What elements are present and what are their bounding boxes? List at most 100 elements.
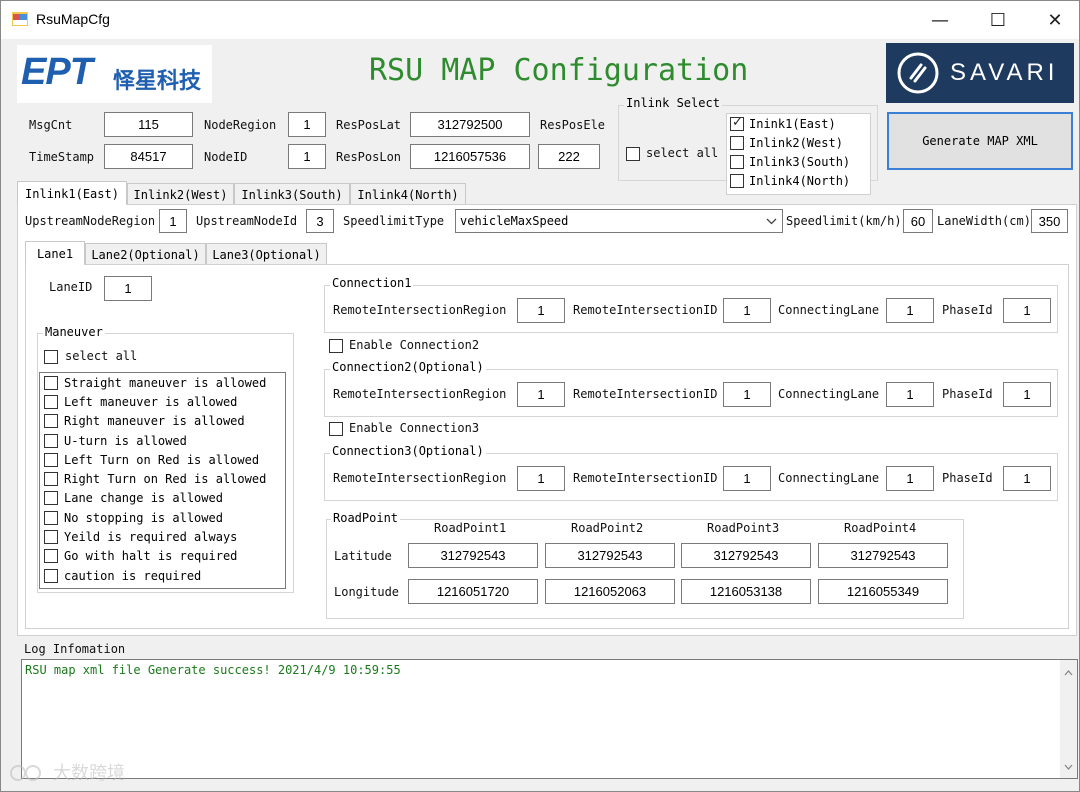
inlink-select-all-checkbox[interactable] [626,147,640,161]
tab-lane3-optional[interactable]: Lane3(Optional) [206,243,327,265]
conn3-phase-label: PhaseId [942,471,993,485]
conn1-region-input[interactable]: 1 [517,298,565,323]
maneuver-label: caution is required [64,568,202,583]
speedlimit-type-select[interactable]: vehicleMaxSpeed [455,209,783,233]
conn3-lane-input[interactable]: 1 [886,466,934,491]
inlink-item-west[interactable]: Inlink2(West) [730,133,843,152]
lanewidth-input[interactable]: 350 [1031,209,1068,233]
maneuver-checkbox[interactable] [44,413,58,428]
minimize-button[interactable]: — [911,1,969,39]
maximize-button[interactable]: ☐ [969,1,1027,39]
timestamp-input[interactable]: 84517 [104,144,193,169]
tab-inlink3-south[interactable]: Inlink3(South) [234,183,350,205]
maneuver-select-all-checkbox[interactable] [44,350,58,364]
maneuver-item[interactable]: U-turn is allowed [44,431,187,450]
resposlon-label: ResPosLon [336,150,402,164]
roadpoint2-header: RoadPoint2 [571,521,644,535]
enable-connection3-checkbox[interactable] [329,422,343,436]
maneuver-item[interactable]: Yeild is required always [44,527,237,546]
maneuver-checkbox[interactable] [44,433,58,448]
inlink-item-north[interactable]: Inlink4(North) [730,171,850,190]
maneuver-item[interactable]: Right Turn on Red is allowed [44,469,266,488]
maneuver-item[interactable]: No stopping is allowed [44,508,223,527]
tab-inlink2-west[interactable]: Inlink2(West) [127,183,234,205]
maneuver-item[interactable]: Straight maneuver is allowed [44,373,266,392]
log-title: Log Infomation [24,642,126,656]
maneuver-checkbox[interactable] [44,510,58,525]
conn1-lane-input[interactable]: 1 [886,298,934,323]
maneuver-checkbox[interactable] [44,452,58,467]
close-button[interactable]: ✕ [1026,1,1079,39]
roadpoint1-latitude-input[interactable]: 312792543 [408,543,538,568]
tab-lane2-optional[interactable]: Lane2(Optional) [85,243,206,265]
maneuver-checkbox[interactable] [44,375,58,390]
roadpoint3-longitude-input[interactable]: 1216053138 [681,579,811,604]
maneuver-checkbox[interactable] [44,471,58,486]
scroll-up-icon[interactable] [1064,670,1073,676]
title-bar: RsuMapCfg — ☐ ✕ [1,1,1079,39]
conn3-id-input[interactable]: 1 [723,466,771,491]
upstream-id-input[interactable]: 3 [306,209,334,233]
maneuver-checkbox[interactable] [44,490,58,505]
maneuver-label: Left Turn on Red is allowed [64,452,260,467]
nodeid-input[interactable]: 1 [288,144,326,169]
maneuver-item[interactable]: Lane change is allowed [44,488,223,507]
maneuver-item[interactable]: Right maneuver is allowed [44,411,245,430]
conn2-phase-input[interactable]: 1 [1003,382,1051,407]
resposele-input[interactable]: 222 [538,144,600,169]
conn1-phase-input[interactable]: 1 [1003,298,1051,323]
watermark-text: 大数跨境 [53,763,125,784]
tab-inlink4-north[interactable]: Inlink4(North) [350,183,466,205]
laneid-input[interactable]: 1 [104,276,152,301]
conn2-region-input[interactable]: 1 [517,382,565,407]
maneuver-item[interactable]: Left Turn on Red is allowed [44,450,259,469]
enable-connection3-label: Enable Connection3 [349,421,480,435]
speedlimit-type-value: vehicleMaxSpeed [460,214,569,228]
inlink-item-label: Inink1(East) [749,116,836,131]
inlink-item-label: Inlink3(South) [749,154,851,169]
maneuver-item[interactable]: caution is required [44,566,201,585]
inlink-item-south[interactable]: Inlink3(South) [730,152,850,171]
tab-inlink1-east[interactable]: Inlink1(East) [17,181,127,205]
tab-lane1[interactable]: Lane1 [25,241,85,265]
maneuver-checkbox[interactable] [44,529,58,544]
resposlat-input[interactable]: 312792500 [410,112,530,137]
generate-map-xml-button[interactable]: Generate MAP XML [887,112,1073,170]
maneuver-item[interactable]: Left maneuver is allowed [44,392,237,411]
inlink-west-checkbox[interactable] [730,135,744,150]
log-scrollbar[interactable] [1060,660,1077,778]
scroll-down-icon[interactable] [1064,764,1073,770]
inlink-select-title: Inlink Select [624,96,722,110]
upstream-region-input[interactable]: 1 [159,209,187,233]
msgcnt-label: MsgCnt [29,118,73,132]
inlink-north-checkbox[interactable] [730,173,744,188]
conn3-id-label: RemoteIntersectionID [573,471,718,485]
resposlon-input[interactable]: 1216057536 [410,144,530,169]
speedlimit-input[interactable]: 60 [903,209,933,233]
maneuver-checkbox[interactable] [44,394,58,409]
roadpoint4-latitude-input[interactable]: 312792543 [818,543,948,568]
noderegion-input[interactable]: 1 [288,112,326,137]
conn3-phase-input[interactable]: 1 [1003,466,1051,491]
speedlimit-label: Speedlimit(km/h) [786,214,902,228]
roadpoint2-latitude-input[interactable]: 312792543 [545,543,675,568]
roadpoint3-latitude-input[interactable]: 312792543 [681,543,811,568]
roadpoint4-longitude-input[interactable]: 1216055349 [818,579,948,604]
conn2-lane-input[interactable]: 1 [886,382,934,407]
conn3-region-input[interactable]: 1 [517,466,565,491]
conn2-id-input[interactable]: 1 [723,382,771,407]
roadpoint1-longitude-input[interactable]: 1216051720 [408,579,538,604]
inlink-south-checkbox[interactable] [730,154,744,169]
msgcnt-input[interactable]: 115 [104,112,193,137]
maneuver-checkbox[interactable] [44,548,58,563]
roadpoint2-longitude-input[interactable]: 1216052063 [545,579,675,604]
resposlat-label: ResPosLat [336,118,402,132]
conn1-id-input[interactable]: 1 [723,298,771,323]
maneuver-checkbox[interactable] [44,568,58,583]
enable-connection2-checkbox[interactable] [329,339,343,353]
inlink-item-east[interactable]: Inink1(East) [730,114,836,133]
roadpoint-title: RoadPoint [331,511,401,525]
log-textarea[interactable]: RSU map xml file Generate success! 2021/… [21,659,1078,779]
maneuver-item[interactable]: Go with halt is required [44,546,237,565]
inlink-east-checkbox[interactable] [730,115,744,131]
